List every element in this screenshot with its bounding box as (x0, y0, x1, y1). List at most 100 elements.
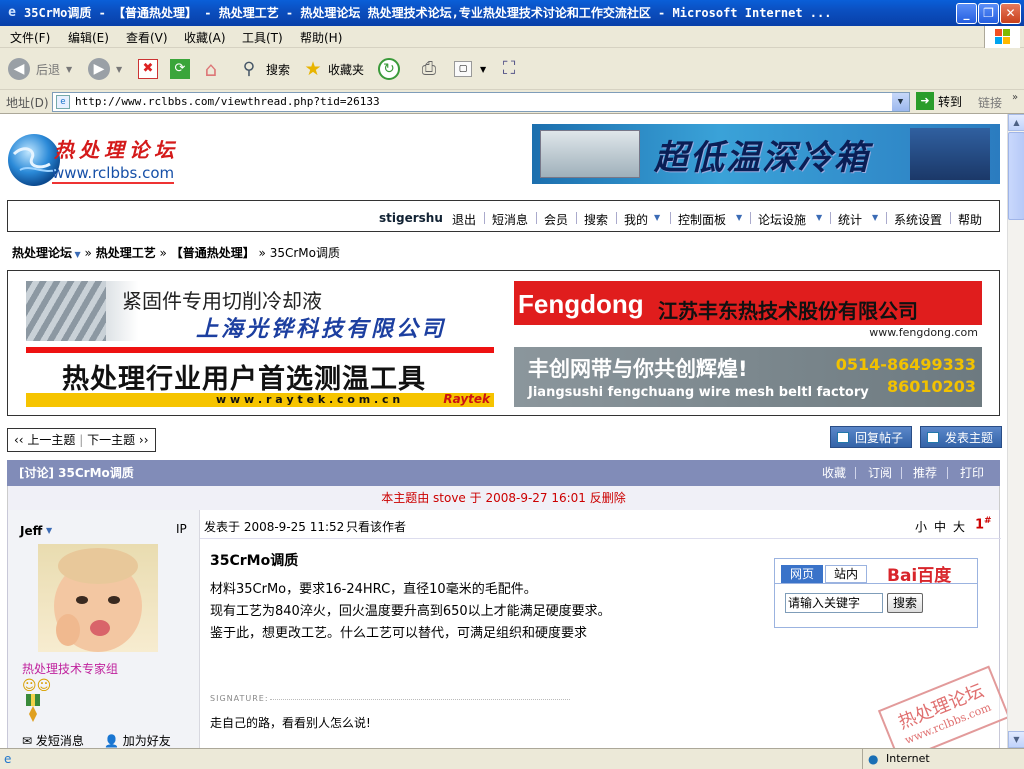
forum-logo[interactable]: 热处理论坛 www.rclbbs.com (6, 124, 196, 194)
minimize-button[interactable]: _ (956, 3, 977, 24)
stop-button[interactable]: ✖ (138, 56, 158, 82)
ad3-brand: Raytek (443, 392, 490, 406)
chevron-down-icon[interactable]: ▼ (736, 213, 742, 222)
thread-header: [讨论] 35CrMo调质 收藏 订阅 推荐 打印 (7, 460, 1000, 486)
envelope-icon: ✉ (22, 734, 36, 748)
author-name[interactable]: Jeff (20, 524, 42, 538)
nav-control-panel[interactable]: 控制面板 (678, 211, 726, 228)
recommend-thread-link[interactable]: 推荐 (913, 460, 937, 486)
forward-button[interactable]: ▶ ▼ (88, 56, 122, 82)
address-label: 地址(D) (6, 96, 49, 110)
nav-help[interactable]: 帮助 (958, 211, 982, 228)
nav-search[interactable]: 搜索 (584, 211, 608, 228)
send-message-link[interactable]: ✉ 发短消息 (22, 732, 84, 748)
menu-view[interactable]: 查看(V) (126, 29, 168, 46)
baidu-search-button[interactable]: 搜索 (887, 593, 923, 613)
floor-number[interactable]: 1# (975, 516, 992, 532)
ad-fengchuang[interactable]: 丰创网带与你共创辉煌! Jiangsushi fengchuang wire m… (514, 347, 982, 407)
favorite-thread-link[interactable]: 收藏 (822, 460, 846, 486)
print-button[interactable]: ⎙ (418, 56, 440, 82)
research-icon: ⛶ (502, 58, 516, 79)
new-topic-icon (927, 432, 939, 443)
chevron-down-icon[interactable]: ▼ (46, 526, 52, 535)
address-input[interactable]: e http://www.rclbbs.com/viewthread.php?t… (52, 92, 910, 112)
subscribe-thread-link[interactable]: 订阅 (868, 460, 892, 486)
close-button[interactable]: ✕ (1000, 3, 1021, 24)
menu-tools[interactable]: 工具(T) (242, 29, 283, 46)
print-thread-link[interactable]: 打印 (960, 460, 984, 486)
nav-messages[interactable]: 短消息 (492, 211, 528, 228)
tab-site[interactable]: 站内 (825, 565, 867, 583)
favorites-button[interactable]: ★ 收藏夹 (302, 56, 364, 82)
post-line-2: 现有工艺为840淬火，回火温度要升高到650以上才能满足硬度要求。 (210, 604, 611, 619)
ad-fengdong[interactable]: Fengdong 江苏丰东热技术股份有限公司 www.fengdong.com (514, 281, 982, 341)
font-large-link[interactable]: 大 (953, 518, 965, 535)
username[interactable]: stigershu (379, 211, 443, 225)
breadcrumb-subsection[interactable]: 【普通热处理】 (171, 246, 255, 260)
baidu-search-widget: 网页 站内 Bai百度 请输入关键字 搜索 (774, 558, 978, 628)
banner-top-text: 超低温深冷箱 (654, 138, 870, 178)
back-button[interactable]: ◀ 后退 ▼ (8, 56, 72, 82)
scroll-up-button[interactable]: ▲ (1008, 114, 1024, 131)
nav-members[interactable]: 会员 (544, 211, 568, 228)
breadcrumb-section[interactable]: 热处理工艺 (96, 246, 156, 260)
floor-mark: # (984, 516, 992, 526)
prev-topic-link[interactable]: ‹‹ 上一主题 (14, 433, 75, 447)
scroll-down-button[interactable]: ▼ (1008, 731, 1024, 748)
baidu-search-input[interactable]: 请输入关键字 (785, 593, 883, 613)
links-button[interactable]: 链接 (978, 94, 1002, 111)
ads-panel: 紧固件专用切削冷却液 上海光铧科技有限公司 Fengdong 江苏丰东热技术股份… (7, 270, 1000, 416)
bolts-image (26, 281, 106, 341)
author-sidebar: Jeff ▼ IP 热处理技术专家组 ☺☺ ✉ 发短消息 👤 加为好友 (8, 510, 200, 748)
chevron-down-icon[interactable]: ▼ (892, 93, 909, 111)
ad-raytek[interactable]: 热处理行业用户首选测温工具 w w w . r a y t e k . c o … (26, 347, 494, 407)
nav-logout[interactable]: 退出 (452, 211, 476, 228)
user-group: 热处理技术专家组 (22, 662, 119, 676)
ip-label[interactable]: IP (176, 522, 187, 536)
logo-title: 热处理论坛 (54, 138, 179, 162)
search-button[interactable]: ⚲ 搜索 (238, 56, 290, 82)
research-button[interactable]: ⛶ (498, 56, 520, 82)
refresh-button[interactable]: ⟳ (170, 56, 190, 82)
nav-stats[interactable]: 统计 (838, 211, 862, 228)
vertical-scrollbar[interactable]: ▲ ▼ (1007, 114, 1024, 748)
nav-divider (670, 212, 671, 224)
next-topic-link[interactable]: 下一主题 ›› (87, 433, 148, 447)
nav-settings[interactable]: 系统设置 (894, 211, 942, 228)
chevron-down-icon[interactable]: ▼ (72, 250, 81, 259)
nav-forum-tools[interactable]: 论坛设施 (758, 211, 806, 228)
chevron-down-icon[interactable]: ▼ (654, 213, 660, 222)
menu-edit[interactable]: 编辑(E) (68, 29, 109, 46)
font-small-link[interactable]: 小 (915, 518, 927, 535)
chevron-right-icon[interactable]: » (1012, 92, 1018, 103)
toolbar: ◀ 后退 ▼ ▶ ▼ ✖ ⟳ ⌂ ⚲ 搜索 ★ 收藏夹 ↻ ⎙ ▢ ▼ ⛶ (0, 48, 1024, 90)
edit-button[interactable]: ▢ ▼ (454, 56, 486, 82)
logo-url: www.rclbbs.com (52, 164, 175, 184)
floor-value: 1 (975, 517, 985, 533)
globe-icon: ● (868, 752, 879, 766)
menu-help[interactable]: 帮助(H) (300, 29, 342, 46)
only-author-link[interactable]: 只看该作者 (346, 518, 406, 535)
ad-coolant[interactable]: 紧固件专用切削冷却液 上海光铧科技有限公司 (26, 281, 494, 341)
history-button[interactable]: ↻ (378, 56, 400, 82)
go-button[interactable]: ➜ 转到 (916, 92, 962, 110)
font-medium-link[interactable]: 中 (934, 518, 946, 535)
ad4-phone1: 0514-86499333 (835, 355, 976, 374)
tab-web[interactable]: 网页 (781, 565, 823, 583)
banner-top-ad[interactable]: 超低温深冷箱 (532, 124, 1000, 184)
reply-button[interactable]: 回复帖子 (830, 426, 913, 448)
restore-button[interactable]: ❐ (978, 3, 999, 24)
chevron-down-icon[interactable]: ▼ (872, 213, 878, 222)
scroll-thumb[interactable] (1008, 132, 1024, 220)
home-button[interactable]: ⌂ (200, 56, 222, 82)
post-line-1: 材料35CrMo，要求16-24HRC，直径10毫米的毛配件。 (210, 582, 537, 597)
breadcrumb-home[interactable]: 热处理论坛 (12, 246, 72, 260)
chevron-down-icon: ▼ (116, 64, 123, 74)
post-date: 发表于 2008-9-25 11:52 (204, 520, 345, 534)
add-friend-link[interactable]: 👤 加为好友 (104, 732, 171, 748)
menu-file[interactable]: 文件(F) (10, 29, 50, 46)
menu-favorites[interactable]: 收藏(A) (184, 29, 226, 46)
nav-mine[interactable]: 我的 (624, 211, 648, 228)
chevron-down-icon[interactable]: ▼ (816, 213, 822, 222)
new-topic-button[interactable]: 发表主题 (920, 426, 1003, 448)
